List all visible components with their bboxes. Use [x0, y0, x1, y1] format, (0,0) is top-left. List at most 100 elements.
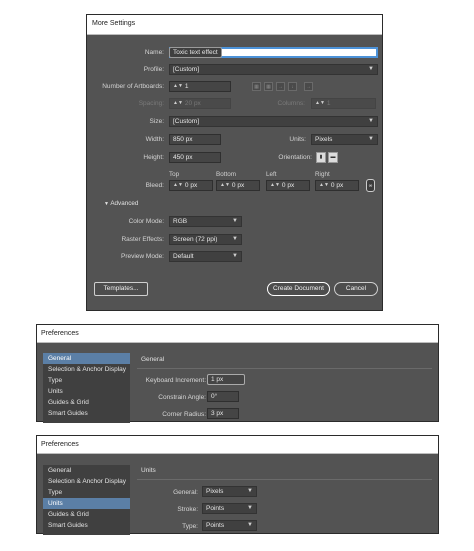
corner-radius-input[interactable]: 3 px [207, 408, 239, 419]
constrain-angle-input[interactable]: 0° [207, 391, 239, 402]
general-units-dropdown[interactable]: Pixels ▼ [202, 486, 257, 497]
stepper-icon[interactable]: ▲▼ [173, 182, 183, 188]
category-guides-grid[interactable]: Guides & Grid [43, 509, 130, 520]
cancel-button[interactable]: Cancel [334, 282, 378, 296]
units-value: Pixels [315, 136, 333, 143]
grid-by-row-icon[interactable]: ▦ [252, 82, 261, 91]
bleed-right-label: Right [315, 171, 330, 178]
dialog-title: More Settings [87, 15, 382, 35]
window-title: Preferences [37, 436, 438, 454]
stroke-units-value: Points [206, 505, 225, 512]
preferences-category-list: General Selection & Anchor Display Type … [43, 353, 130, 423]
profile-dropdown[interactable]: [Custom] ▼ [169, 64, 378, 75]
advanced-toggle[interactable]: ▼ Advanced [104, 200, 138, 207]
columns-value: 1 [326, 100, 331, 107]
arrange-by-row-icon[interactable]: → [276, 82, 285, 91]
bleed-left-label: Left [266, 171, 277, 178]
stepper-icon[interactable]: ▲▼ [220, 182, 230, 188]
category-type[interactable]: Type [43, 375, 130, 386]
link-icon[interactable]: ∞ [366, 179, 375, 192]
category-units[interactable]: Units [43, 498, 130, 509]
corner-radius-value: 3 px [211, 410, 224, 417]
stroke-units-label: Stroke: [177, 506, 198, 513]
size-value: [Custom] [173, 118, 200, 125]
bleed-top-input[interactable]: ▲▼ 0 px [169, 180, 213, 191]
more-settings-dialog: More Settings Name: Toxic text effect Pr… [86, 14, 383, 311]
chevron-down-icon: ▼ [247, 505, 253, 511]
color-mode-dropdown[interactable]: RGB ▼ [169, 216, 242, 227]
type-units-label: Type: [182, 523, 198, 530]
category-general[interactable]: General [43, 465, 130, 476]
category-smart-guides[interactable]: Smart Guides [43, 520, 130, 531]
chevron-down-icon: ▼ [232, 253, 238, 259]
bleed-left-input[interactable]: ▲▼ 0 px [266, 180, 310, 191]
keyboard-increment-value: 1 px [211, 376, 224, 383]
columns-label: Columns: [277, 100, 305, 107]
bleed-bottom-input[interactable]: ▲▼ 0 px [216, 180, 260, 191]
bleed-bottom-value: 0 px [231, 182, 245, 189]
landscape-icon[interactable]: ▬ [328, 152, 338, 163]
stepper-icon: ▲▼ [173, 100, 183, 106]
units-label: Units: [289, 136, 306, 143]
chevron-down-icon: ▼ [247, 522, 253, 528]
create-document-button[interactable]: Create Document [267, 282, 330, 296]
section-title: General [141, 356, 165, 363]
portrait-icon[interactable]: ▮ [316, 152, 326, 163]
stroke-units-dropdown[interactable]: Points ▼ [202, 503, 257, 514]
category-selection-anchor-display[interactable]: Selection & Anchor Display [43, 364, 130, 375]
artboards-value: 1 [184, 83, 189, 90]
stepper-icon[interactable]: ▲▼ [319, 182, 329, 188]
stepper-icon[interactable]: ▲▼ [270, 182, 280, 188]
stepper-icon[interactable]: ▲▼ [173, 83, 183, 89]
templates-button[interactable]: Templates... [94, 282, 148, 296]
height-input[interactable]: 450 px [169, 152, 221, 163]
category-guides-grid[interactable]: Guides & Grid [43, 397, 130, 408]
keyboard-increment-input[interactable]: 1 px [207, 374, 245, 385]
color-mode-value: RGB [173, 218, 188, 225]
spacing-label: Spacing: [138, 100, 164, 107]
grid-by-column-icon[interactable]: ▦ [264, 82, 273, 91]
bleed-right-value: 0 px [330, 182, 344, 189]
chevron-down-icon: ▼ [247, 488, 253, 494]
constrain-angle-label: Constrain Angle: [158, 394, 206, 401]
preview-mode-dropdown[interactable]: Default ▼ [169, 251, 242, 262]
category-general[interactable]: General [43, 353, 130, 364]
category-selection-anchor-display[interactable]: Selection & Anchor Display [43, 476, 130, 487]
spacing-value: 20 px [184, 100, 201, 107]
preferences-units-window: Preferences General Selection & Anchor D… [36, 435, 439, 535]
preview-mode-label: Preview Mode: [121, 253, 164, 260]
category-type[interactable]: Type [43, 487, 130, 498]
right-to-left-icon[interactable]: → [304, 82, 313, 91]
profile-label: Profile: [143, 66, 164, 73]
category-units[interactable]: Units [43, 386, 130, 397]
width-value: 850 px [173, 136, 193, 143]
preferences-general-window: Preferences General Selection & Anchor D… [36, 324, 439, 423]
corner-radius-label: Corner Radius: [162, 411, 206, 418]
size-dropdown[interactable]: [Custom] ▼ [169, 116, 378, 127]
arrange-by-column-icon[interactable]: ↓ [288, 82, 297, 91]
height-label: Height: [143, 154, 164, 161]
preview-mode-value: Default [173, 253, 194, 260]
category-smart-guides[interactable]: Smart Guides [43, 408, 130, 419]
type-units-dropdown[interactable]: Points ▼ [202, 520, 257, 531]
raster-effects-dropdown[interactable]: Screen (72 ppi) ▼ [169, 234, 242, 245]
artboards-label: Number of Artboards: [102, 83, 164, 90]
advanced-label: Advanced [110, 200, 139, 207]
preferences-category-list: General Selection & Anchor Display Type … [43, 465, 130, 535]
name-label: Name: [144, 49, 164, 56]
width-label: Width: [145, 136, 164, 143]
width-input[interactable]: 850 px [169, 134, 221, 145]
constrain-angle-value: 0° [211, 393, 218, 400]
type-units-value: Points [206, 522, 225, 529]
artboards-input[interactable]: ▲▼ 1 [169, 81, 231, 92]
chevron-down-icon: ▼ [232, 236, 238, 242]
color-mode-label: Color Mode: [128, 218, 164, 225]
bleed-right-input[interactable]: ▲▼ 0 px [315, 180, 359, 191]
units-dropdown[interactable]: Pixels ▼ [311, 134, 378, 145]
bleed-left-value: 0 px [281, 182, 295, 189]
spacing-input: ▲▼ 20 px [169, 98, 231, 109]
window-title: Preferences [37, 325, 438, 343]
section-divider [137, 368, 432, 369]
stepper-icon: ▲▼ [315, 100, 325, 106]
name-value[interactable]: Toxic text effect [169, 47, 222, 58]
